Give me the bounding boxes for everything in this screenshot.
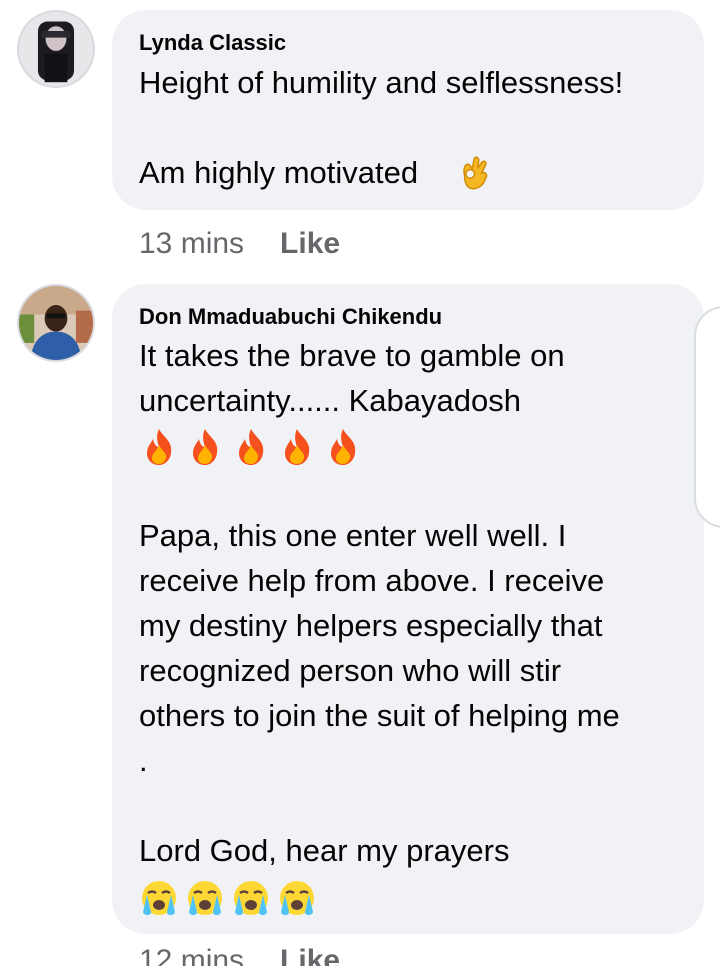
comment-thread: Lynda Classic Height of humility and sel… (0, 0, 720, 966)
comment-time: 12 mins (139, 944, 245, 966)
ok-hand-emoji (463, 156, 488, 190)
comment-bubble: Lynda Classic Height of humility and sel… (112, 10, 704, 210)
comment-meta: 13 mins Like (139, 227, 340, 261)
comment-author[interactable]: Don Mmaduabuchi Chikendu (139, 304, 442, 330)
avatar-photo-icon (19, 286, 93, 360)
fire-emoji (331, 429, 356, 465)
crying-face-emoji (188, 881, 222, 915)
fire-emoji (285, 429, 310, 465)
avatar-don-mmaduabuchi-chikendu[interactable] (17, 284, 95, 362)
comment-text-line: my destiny helpers especially that (139, 608, 603, 643)
crying-face-emoji (234, 881, 268, 915)
comment-text-line: Am highly motivated (139, 155, 419, 190)
emoji-row-crying (139, 878, 317, 918)
comment-text-line: recognized person who will stir (139, 653, 562, 688)
like-button[interactable]: Like (280, 227, 340, 260)
fire-emoji (239, 429, 264, 465)
like-button[interactable]: Like (280, 944, 340, 966)
comment-text-line: others to join the suit of helping me (139, 698, 620, 733)
crying-face-emoji (142, 881, 176, 915)
comment-author[interactable]: Lynda Classic (139, 30, 286, 56)
crying-face-emoji (280, 881, 314, 915)
avatar-photo-icon (19, 12, 93, 86)
comment-text-line: receive help from above. I receive (139, 563, 605, 598)
comment-text-line: It takes the brave to gamble on (139, 338, 565, 373)
comment-bubble: Don Mmaduabuchi Chikendu It takes the br… (112, 284, 704, 934)
avatar-lynda-classic[interactable] (17, 10, 95, 88)
comment-time: 13 mins (139, 227, 245, 260)
comment-text-line: Lord God, hear my prayers (139, 833, 510, 868)
comment-text-line: uncertainty...... Kabayadosh (139, 383, 521, 418)
comment-text-line: Height of humility and selflessness! (139, 65, 624, 100)
comment-text-line: Papa, this one enter well well. I (139, 518, 567, 553)
side-scroll-handle[interactable] (694, 306, 720, 528)
comment-meta: 12 mins Like (139, 944, 340, 966)
comment-text-line: . (139, 743, 148, 778)
emoji-row-fire (139, 427, 363, 467)
fire-emoji (147, 429, 172, 465)
fire-emoji (193, 429, 218, 465)
